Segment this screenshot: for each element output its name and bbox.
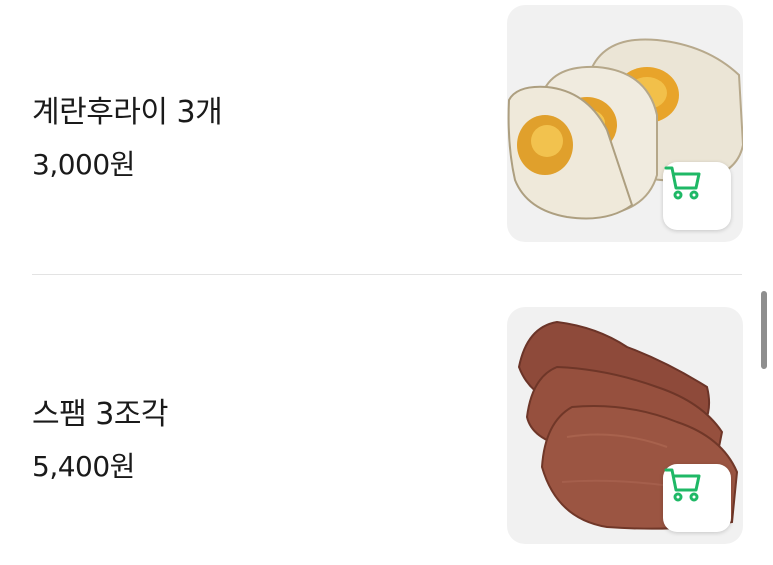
- add-to-cart-button[interactable]: [663, 464, 731, 532]
- scrollbar[interactable]: [761, 291, 767, 369]
- menu-item-spam[interactable]: 스팸 3조각 5,400원: [0, 307, 773, 547]
- menu-list: 계란후라이 3개 3,000원 스팸 3조각 5,400원: [0, 0, 773, 565]
- menu-item-fried-eggs[interactable]: 계란후라이 3개 3,000원: [0, 5, 773, 245]
- item-image-spam[interactable]: [507, 307, 743, 544]
- item-image-fried-eggs[interactable]: [507, 5, 743, 242]
- item-divider: [32, 274, 742, 275]
- item-name: 스팸 3조각: [32, 397, 169, 432]
- add-to-cart-button[interactable]: [663, 162, 731, 230]
- item-name: 계란후라이 3개: [32, 95, 223, 130]
- item-price: 3,000원: [32, 148, 135, 181]
- item-price: 5,400원: [32, 450, 135, 483]
- cart-icon: [664, 166, 701, 200]
- cart-icon: [664, 468, 701, 502]
